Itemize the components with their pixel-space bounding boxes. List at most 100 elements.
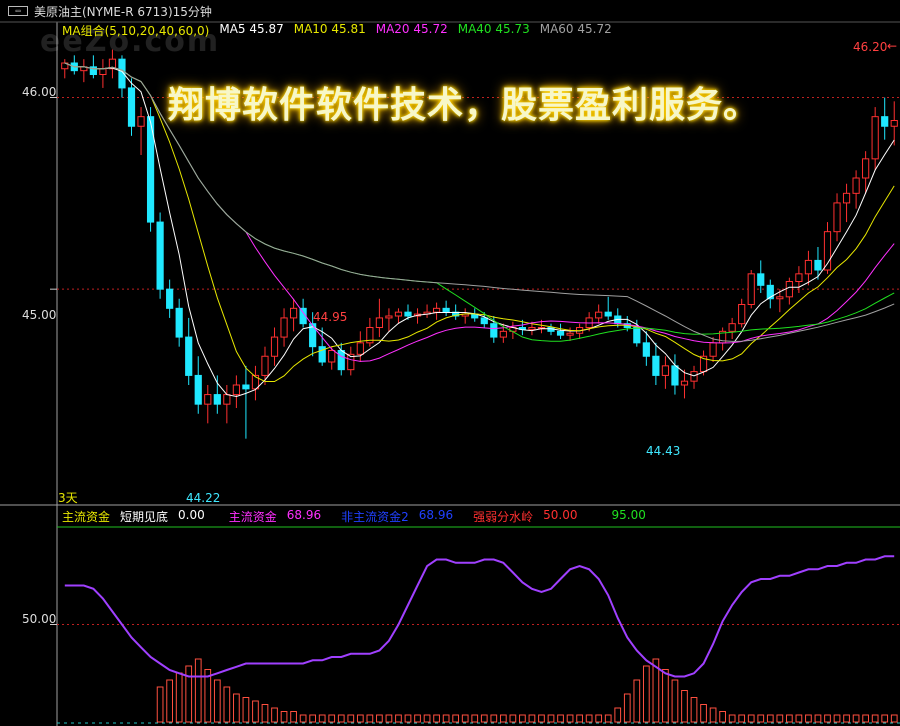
indicator-bar (738, 714, 746, 723)
candle-body (337, 350, 345, 371)
candle-body (213, 394, 221, 405)
candle-body (814, 259, 822, 271)
indicator-bar (156, 686, 164, 723)
candle-body (499, 330, 507, 338)
strength-label: 强弱分水岭 (473, 510, 534, 524)
chart-title: 美原油主(NYME-R 6713)15分钟 (34, 4, 212, 19)
high-right-arrow: ← (887, 39, 898, 53)
non-main-value: 68.96 (418, 508, 454, 522)
indicator-bar (538, 714, 545, 723)
indicator-bar (700, 704, 707, 723)
indicator-legend: 主流资金 短期见底 0.00 主流资金 68.96 非主流资金2 68.96 强… (62, 508, 646, 525)
indicator-bar (471, 714, 479, 723)
indicator-bar (366, 714, 374, 723)
indicator-bar (747, 714, 755, 723)
indicator-bar (233, 693, 240, 723)
promo-banner: 翔博软件软件技术，股票盈利服务。 (168, 84, 761, 126)
candle-body (690, 371, 698, 382)
indicator-bar (509, 714, 517, 723)
indicator-bar (499, 714, 507, 723)
non-main-label: 非主流资金2 (341, 510, 409, 524)
indicator-bar (881, 714, 889, 723)
indicator-bar (757, 714, 765, 723)
ma10-label: MA10 45.81 (293, 22, 366, 36)
candle-body (604, 311, 612, 317)
indicator-bar (557, 714, 564, 723)
indicator-bar (547, 714, 555, 723)
indicator-bar (728, 714, 736, 723)
indicator-bar (681, 690, 688, 723)
main-flow-value: 68.96 (286, 508, 322, 522)
low-right-label: 44.43 (646, 444, 681, 458)
candle-body (680, 380, 689, 386)
candle-body (852, 177, 860, 194)
mid-high-label: 44.95 (313, 310, 348, 324)
indicator-bar (814, 714, 822, 723)
indicator-bar (280, 711, 288, 723)
indicator-tick-50: 50.00 (22, 612, 57, 626)
ma20-label: MA20 45.72 (375, 22, 448, 36)
candle-body (671, 365, 679, 386)
period-label: 3天 (58, 491, 78, 505)
indicator-bar (404, 714, 412, 723)
candle-body (871, 116, 879, 160)
candle-body (795, 273, 803, 283)
candle-body (356, 342, 364, 355)
indicator-bar (271, 707, 278, 723)
ma40-label: MA40 45.73 (457, 22, 530, 36)
indicator-bar (242, 697, 250, 723)
candle-body (223, 394, 231, 405)
indicator-bar (290, 711, 297, 723)
indicator-bar (452, 714, 460, 723)
candle-body (890, 120, 898, 127)
candle-body (881, 116, 889, 127)
main-fund-line (64, 555, 895, 678)
candle-body (757, 273, 765, 286)
main-flow-label: 主流资金 (228, 510, 277, 524)
indicator-bar (833, 714, 841, 723)
candle-body (785, 281, 793, 298)
candle-body (842, 192, 851, 204)
high-right-label: 46.20 (853, 40, 888, 54)
price-tick-45: 45.00 (22, 308, 57, 322)
indicator-bar (490, 714, 498, 723)
indicator-bar (614, 707, 622, 723)
indicator-bar (252, 700, 259, 723)
indicator-bar (433, 714, 440, 723)
window-restore-icon[interactable]: ▭ (8, 6, 28, 16)
indicator-bar (576, 714, 583, 723)
candle-body (289, 307, 298, 319)
indicator-bar (604, 714, 612, 723)
indicator-bar (166, 679, 174, 723)
indicator-bar (519, 714, 526, 723)
ma-group-label: MA组合(5,10,20,40,60,0) (62, 24, 210, 38)
candle-body (804, 259, 813, 275)
indicator-bar (805, 714, 812, 723)
candle-body (261, 355, 269, 376)
candle-body (490, 323, 498, 338)
candle-body (595, 311, 603, 319)
ma5-label: MA5 45.87 (219, 22, 284, 36)
indicator-bar (795, 714, 803, 723)
candle-body (528, 327, 536, 330)
indicator-bar (890, 714, 898, 723)
indicator-bar (423, 714, 431, 723)
indicator-bar (461, 714, 469, 723)
low-left-label: 44.22 (186, 491, 221, 505)
indicator-bar (623, 693, 631, 723)
indicator-bar (185, 665, 193, 723)
indicator-bar (414, 714, 421, 723)
indicator-bar (595, 714, 603, 723)
indicator-bar (261, 704, 269, 723)
indicator-bar (566, 714, 574, 723)
candle-body (99, 68, 107, 75)
candle-body (709, 342, 717, 357)
candle-body (204, 394, 212, 405)
candle-body (776, 296, 784, 300)
candle-body (738, 304, 746, 325)
indicator-bar (175, 672, 183, 723)
candle-body (185, 336, 193, 376)
indicator-bar (766, 714, 774, 723)
candle-body (556, 330, 565, 336)
ma60-label: MA60 45.72 (539, 22, 612, 36)
